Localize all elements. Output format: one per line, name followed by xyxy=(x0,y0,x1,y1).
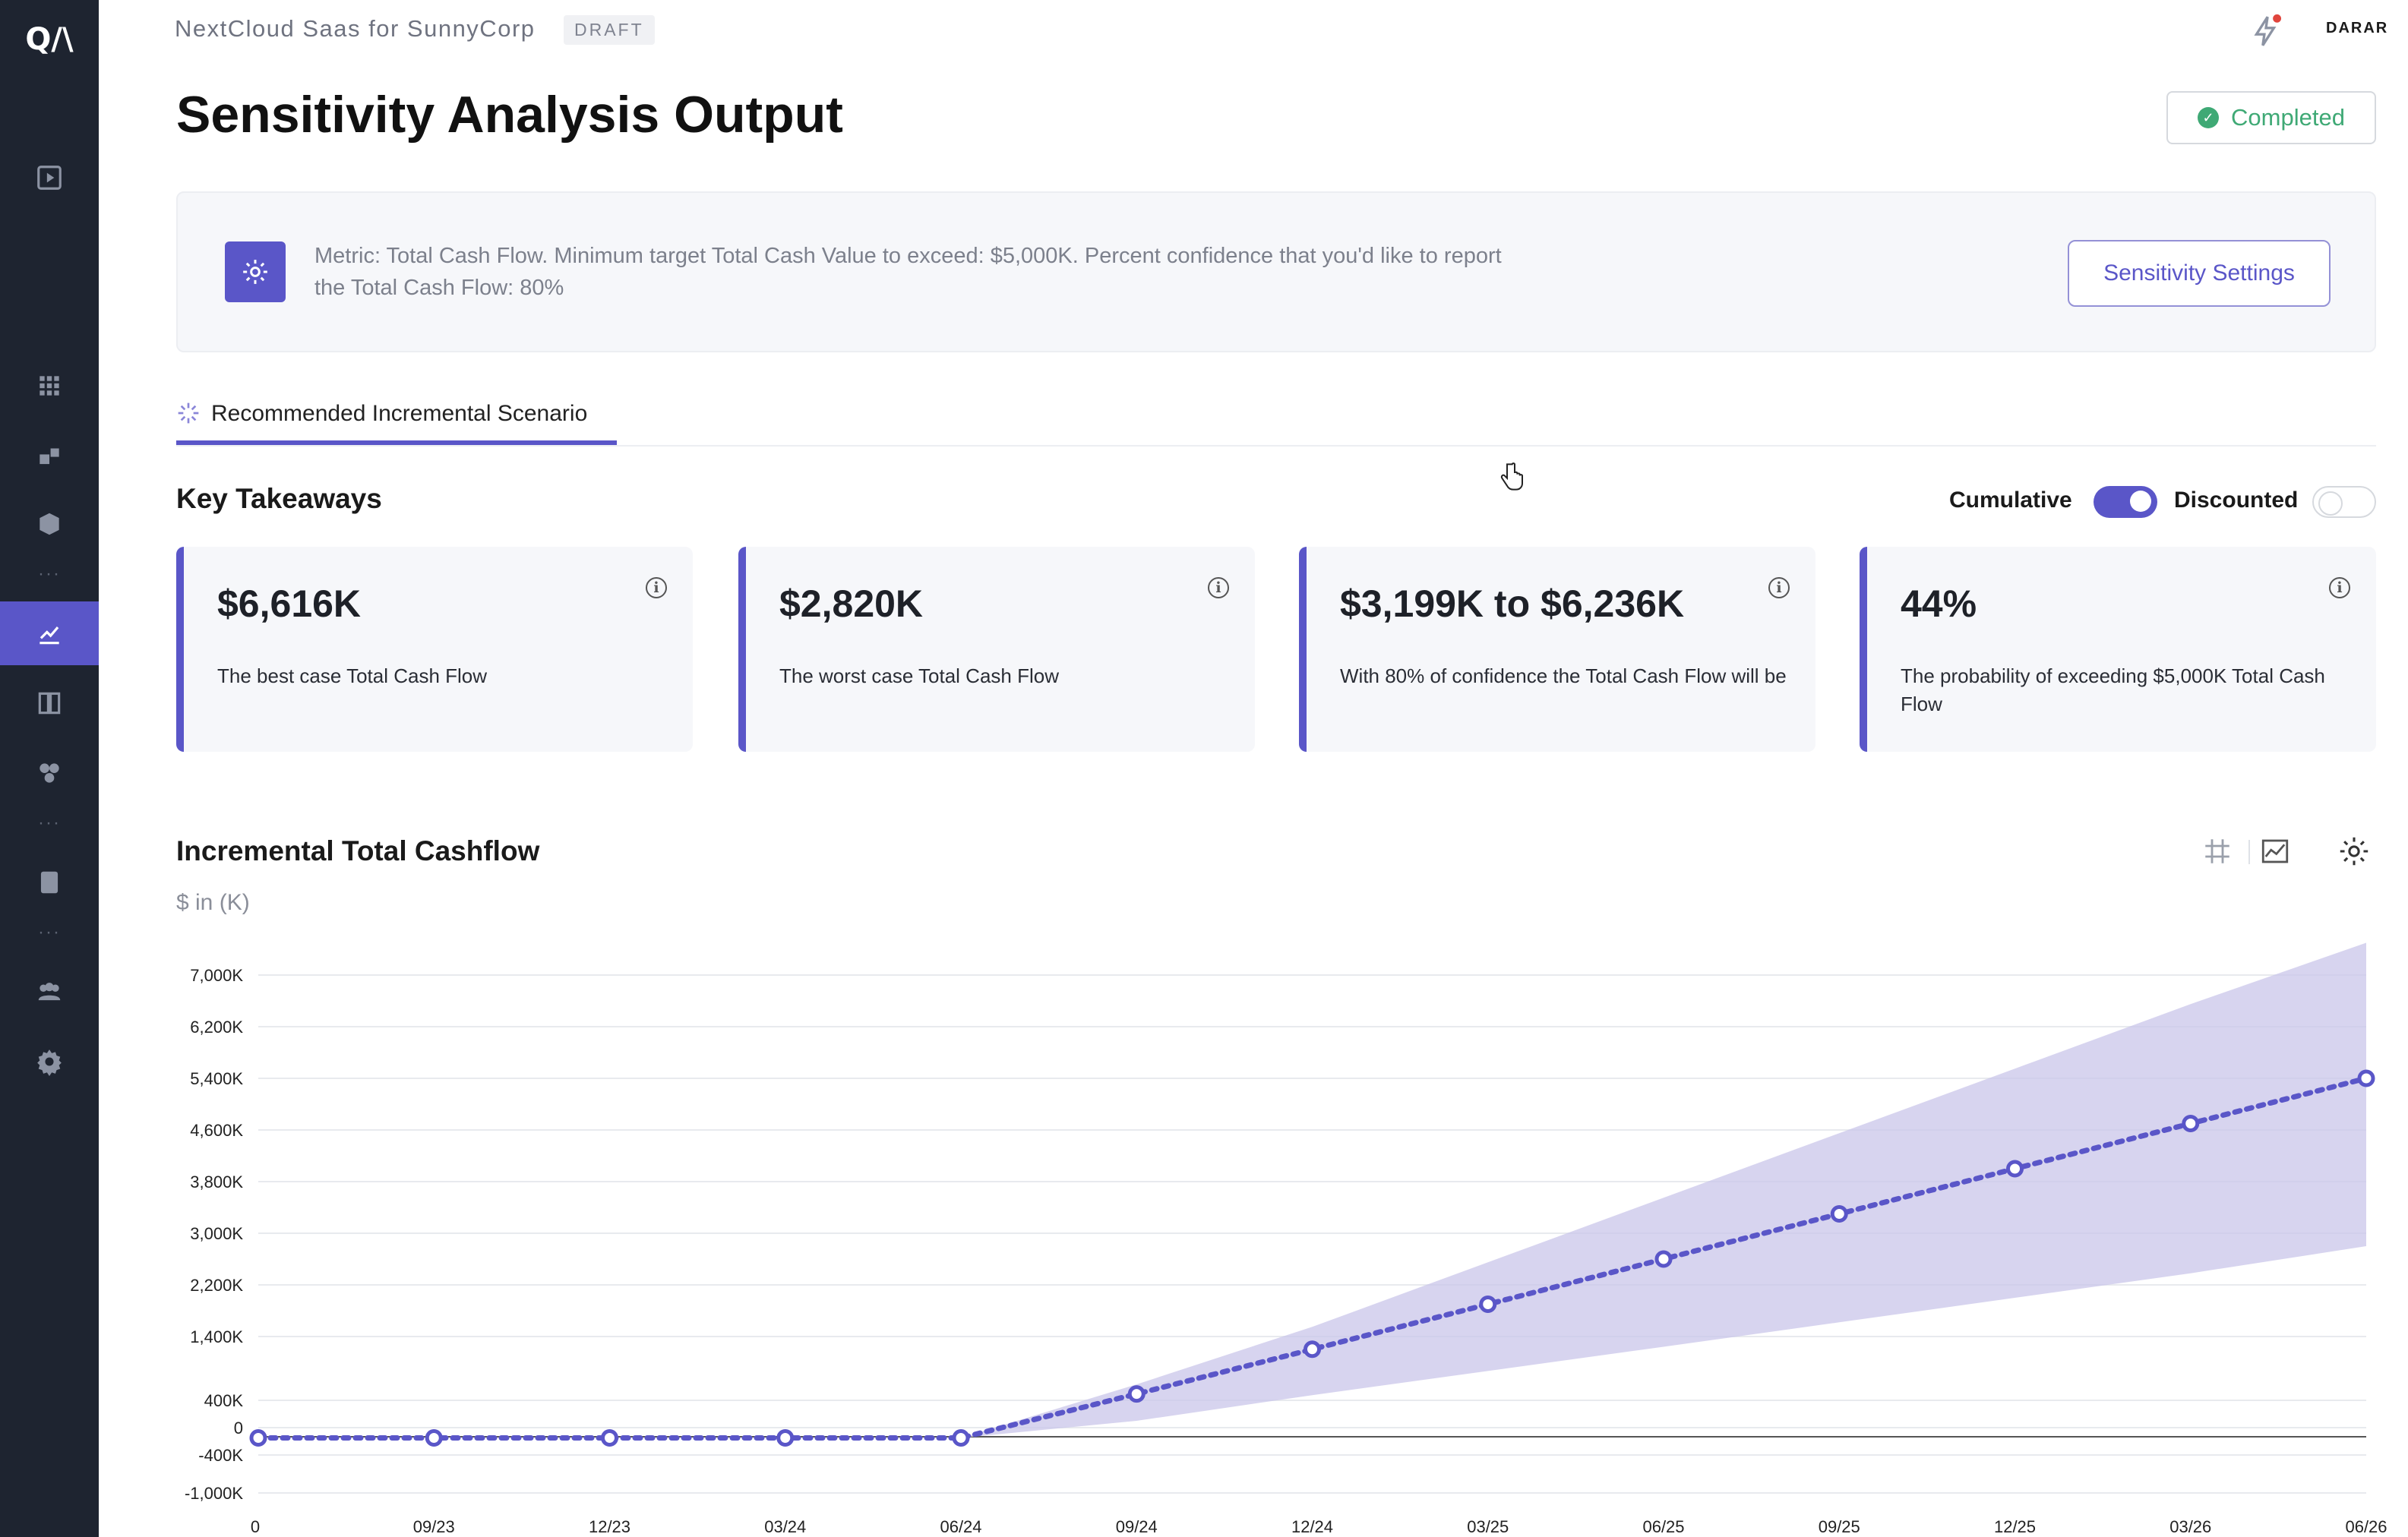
lightning-icon[interactable] xyxy=(2247,12,2285,54)
data-point xyxy=(776,1429,795,1447)
card-description: The best case Total Cash Flow xyxy=(217,664,488,687)
takeaway-card: $3,199K to $6,236K With 80% of confidenc… xyxy=(1299,547,1815,752)
app-logo[interactable]: Q/\ xyxy=(15,23,84,56)
card-value: $6,616K xyxy=(217,582,362,625)
card-description: With 80% of confidence the Total Cash Fl… xyxy=(1340,664,1787,687)
data-point xyxy=(2182,1115,2200,1132)
y-tick-label: -400K xyxy=(198,1446,243,1465)
cumulative-label: Cumulative xyxy=(1949,488,2072,513)
tab-label: Recommended Incremental Scenario xyxy=(211,401,588,426)
chart-edit-icon[interactable] xyxy=(0,601,99,665)
status-label: Completed xyxy=(2231,104,2345,131)
key-takeaways-title: Key Takeaways xyxy=(176,483,382,514)
sidebar-divider: ··· xyxy=(38,922,61,942)
info-icon[interactable]: i xyxy=(1208,577,1229,598)
table-grid-icon[interactable] xyxy=(2201,835,2233,871)
line-chart-icon[interactable] xyxy=(2259,835,2291,871)
x-tick-label: 09/25 xyxy=(1819,1517,1860,1536)
discounted-toggle[interactable] xyxy=(2312,486,2376,518)
y-tick-label: 2,200K xyxy=(190,1276,243,1295)
info-icon[interactable]: i xyxy=(1768,577,1790,598)
calculator-icon[interactable] xyxy=(0,851,99,914)
chart-units: $ in (K) xyxy=(176,890,250,915)
page-title: Sensitivity Analysis Output xyxy=(176,86,843,144)
data-point xyxy=(1479,1296,1497,1313)
sidebar-divider: ··· xyxy=(38,563,61,584)
x-tick-label: 03/25 xyxy=(1467,1517,1509,1536)
y-tick-label: 1,400K xyxy=(190,1327,243,1346)
settings-gear-icon[interactable] xyxy=(2337,834,2372,873)
data-point xyxy=(425,1429,443,1447)
grid-icon[interactable] xyxy=(0,354,99,418)
cumulative-toggle[interactable] xyxy=(2094,486,2157,518)
compare-icon[interactable] xyxy=(0,671,99,735)
blocks-icon[interactable] xyxy=(0,424,99,488)
takeaway-card: $2,820K The worst case Total Cash Flow i xyxy=(738,547,1255,752)
user-avatar[interactable]: DARAR xyxy=(2326,20,2388,37)
hand-cursor-icon xyxy=(1498,462,1524,496)
y-tick-label: 7,000K xyxy=(190,966,243,985)
tab-recommended-incremental-scenario[interactable]: Recommended Incremental Scenario xyxy=(176,395,617,445)
sidebar-divider: ··· xyxy=(38,813,61,833)
info-icon[interactable]: i xyxy=(2329,577,2350,598)
data-point xyxy=(2357,1069,2375,1087)
sensitivity-settings-button[interactable]: Sensitivity Settings xyxy=(2068,240,2331,307)
card-value: $2,820K xyxy=(779,582,924,625)
data-point xyxy=(1304,1340,1321,1359)
x-tick-label: 06/26 xyxy=(2345,1517,2387,1536)
takeaway-card: $6,616K The best case Total Cash Flow i xyxy=(176,547,693,752)
y-tick-label: 4,600K xyxy=(190,1121,243,1140)
y-tick-label: 5,400K xyxy=(190,1069,243,1088)
metric-description: Metric: Total Cash Flow. Minimum target … xyxy=(314,244,1502,300)
x-tick-label: 03/24 xyxy=(764,1517,806,1536)
x-tick-label: 09/23 xyxy=(413,1517,455,1536)
status-badge: ✓ Completed xyxy=(2166,91,2376,144)
y-tick-label: -1,000K xyxy=(185,1484,243,1503)
card-value: $3,199K to $6,236K xyxy=(1340,582,1685,625)
data-point xyxy=(1127,1385,1146,1403)
takeaway-card: 44% The probability of exceeding $5,000K… xyxy=(1860,547,2376,752)
y-tick-label: 6,200K xyxy=(190,1018,243,1037)
card-description: The probability of exceeding $5,000K Tot… xyxy=(1901,664,2325,715)
confidence-band xyxy=(961,942,2366,1438)
card-value: 44% xyxy=(1901,582,1977,625)
cashflow-line-chart: 7,000K 6,200K 5,400K 4,600K 3,800K 3,000K 2,20… xyxy=(185,942,2387,1536)
info-panel: Metric: Total Cash Flow. Minimum target … xyxy=(176,191,2376,352)
x-tick-label: 09/24 xyxy=(1116,1517,1158,1536)
tab-divider xyxy=(176,445,2376,447)
cube-icon[interactable] xyxy=(0,492,99,556)
toolbar-divider xyxy=(2248,840,2250,864)
x-tick-label: 03/26 xyxy=(2169,1517,2211,1536)
data-point xyxy=(1654,1250,1673,1268)
x-tick-label: 06/25 xyxy=(1642,1517,1684,1536)
y-tick-label: 3,000K xyxy=(190,1224,243,1243)
y-tick-label: 400K xyxy=(204,1391,244,1410)
sparkle-icon xyxy=(176,401,201,429)
data-point xyxy=(1830,1205,1848,1223)
settings-gear-icon xyxy=(225,241,286,302)
x-tick-label: 0 xyxy=(251,1517,260,1536)
draft-badge: DRAFT xyxy=(564,15,655,45)
info-icon[interactable]: i xyxy=(646,577,667,598)
y-tick-label: 0 xyxy=(234,1419,243,1438)
data-point xyxy=(952,1429,970,1447)
y-tick-label: 3,800K xyxy=(190,1172,243,1191)
chart-title: Incremental Total Cashflow xyxy=(176,835,540,866)
project-title: NextCloud Saas for SunnyCorp xyxy=(175,15,536,42)
data-point xyxy=(601,1429,618,1447)
data-point xyxy=(2006,1160,2024,1178)
x-tick-label: 06/24 xyxy=(940,1517,981,1536)
card-description: The worst case Total Cash Flow xyxy=(779,664,1059,687)
discounted-label: Discounted xyxy=(2174,488,2299,513)
data-point xyxy=(249,1429,267,1447)
play-icon[interactable] xyxy=(0,146,99,210)
x-tick-label: 12/23 xyxy=(589,1517,630,1536)
x-tick-label: 12/24 xyxy=(1291,1517,1333,1536)
molecule-icon[interactable] xyxy=(0,741,99,805)
check-icon: ✓ xyxy=(2198,107,2220,128)
x-tick-label: 12/25 xyxy=(1994,1517,2036,1536)
